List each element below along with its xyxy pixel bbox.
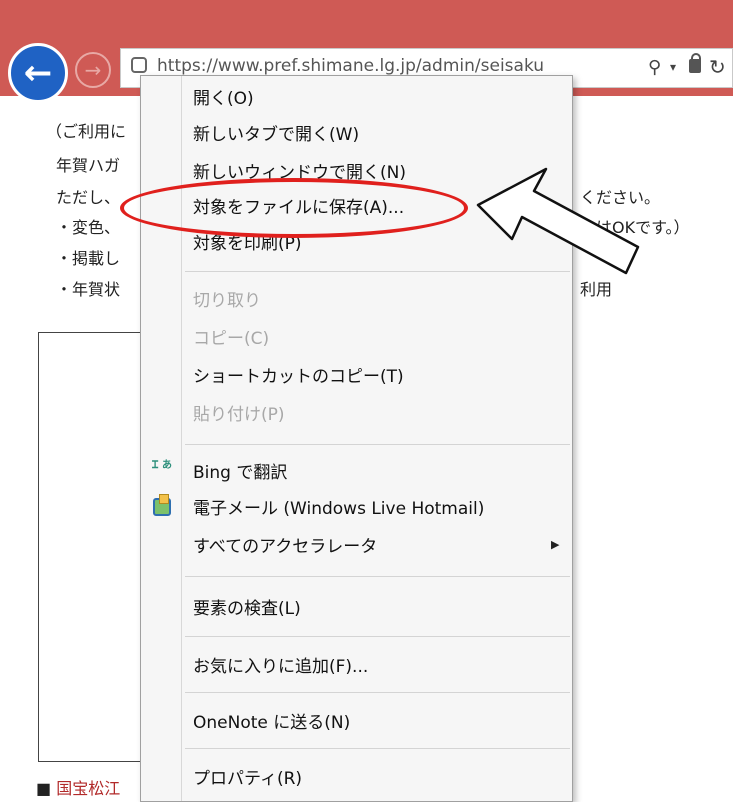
bing-translate-icon: Ꮖ あ	[151, 460, 173, 471]
footer-link[interactable]: 国宝松江	[56, 779, 120, 798]
back-arrow-icon: ←	[23, 53, 53, 93]
lock-icon[interactable]	[689, 53, 701, 73]
menu-separator	[185, 444, 570, 445]
dropdown-caret-icon[interactable]: ▾	[670, 60, 676, 74]
search-icon[interactable]: ⚲	[648, 57, 661, 78]
page-text-line: ・年賀状	[56, 280, 121, 299]
menu-item-email-hotmail[interactable]: 電子メール (Windows Live Hotmail)	[193, 494, 484, 519]
mail-icon	[153, 494, 171, 516]
menu-separator	[185, 636, 570, 637]
menu-item-paste[interactable]: 貼り付け(P)	[193, 400, 285, 425]
footer-link-row: ■ 国宝松江	[36, 775, 120, 799]
menu-item-all-accelerators[interactable]: すべてのアクセラレータ	[193, 532, 377, 557]
image-frame[interactable]	[38, 332, 155, 762]
page-text-line: ・変色、	[56, 218, 121, 237]
forward-arrow-icon: →	[84, 58, 102, 82]
menu-item-open-new-tab[interactable]: 新しいタブで開く(W)	[193, 120, 359, 145]
page-text-line: 年賀ハガ	[56, 156, 121, 175]
menu-separator	[185, 576, 570, 577]
menu-item-bing-translate[interactable]: Bing で翻訳	[193, 458, 287, 483]
pointer-arrow-annotation	[476, 167, 640, 275]
menu-item-copy[interactable]: コピー(C)	[193, 324, 269, 349]
page-text-line: ・掲載し	[56, 249, 121, 268]
page-text-line: （ご利用に	[46, 122, 127, 141]
menu-item-properties[interactable]: プロパティ(R)	[193, 764, 302, 789]
menu-item-inspect-element[interactable]: 要素の検査(L)	[193, 594, 301, 619]
menu-item-send-to-onenote[interactable]: OneNote に送る(N)	[193, 708, 350, 733]
menu-item-cut[interactable]: 切り取り	[193, 286, 261, 311]
menu-item-add-to-favorites[interactable]: お気に入りに追加(F)...	[193, 652, 368, 677]
address-url[interactable]: https://www.pref.shimane.lg.jp/admin/sei…	[157, 56, 577, 76]
forward-button[interactable]: →	[75, 52, 111, 88]
menu-item-open[interactable]: 開く(O)	[193, 84, 254, 109]
back-button[interactable]: ←	[8, 43, 68, 103]
menu-separator	[185, 748, 570, 749]
site-icon	[131, 57, 147, 73]
refresh-icon[interactable]: ↻	[709, 55, 726, 79]
menu-item-copy-shortcut[interactable]: ショートカットのコピー(T)	[193, 362, 404, 387]
menu-separator	[185, 692, 570, 693]
highlight-ellipse	[120, 178, 468, 238]
bullet-square: ■	[36, 779, 52, 798]
submenu-arrow-icon: ▶	[551, 538, 560, 551]
page-text-line: ただし、	[56, 188, 121, 207]
